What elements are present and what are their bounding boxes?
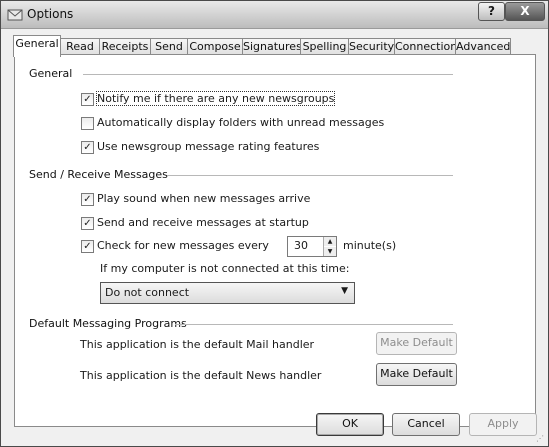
group-divider	[83, 74, 453, 75]
envelope-icon	[7, 9, 23, 21]
general-tab-panel: General ✓ Notify me if there are any new…	[14, 54, 536, 427]
tab-general[interactable]: General	[13, 35, 61, 57]
group-divider	[175, 324, 453, 325]
spin-buttons[interactable]: ▲ ▼	[323, 237, 336, 256]
dropdown-arrow-icon[interactable]: ▼	[341, 286, 348, 296]
spin-up-icon[interactable]: ▲	[324, 237, 336, 246]
help-button[interactable]: ?	[478, 2, 505, 21]
checkmark-icon[interactable]: ✓	[81, 193, 94, 206]
dialog-client: General Read Receipts Send Compose Signa…	[1, 29, 548, 446]
not-connected-select[interactable]: Do not connect ▼	[100, 282, 355, 304]
make-default-mail-button[interactable]: Make Default	[376, 332, 457, 355]
title-bar[interactable]: Options ? X	[1, 1, 548, 29]
not-connected-value[interactable]: Do not connect	[105, 286, 189, 299]
group-divider	[167, 175, 453, 176]
checkmark-icon[interactable]: ✓	[81, 217, 94, 230]
close-button[interactable]: X	[505, 2, 545, 21]
minutes-unit-label: minute(s)	[343, 239, 397, 252]
resize-grip-icon[interactable]: ⋰	[536, 434, 546, 444]
checkmark-icon[interactable]: ✓	[81, 240, 94, 253]
minutes-value[interactable]: 30	[294, 239, 308, 252]
window-title: Options	[27, 7, 74, 21]
cancel-button[interactable]: Cancel	[392, 413, 460, 436]
minutes-stepper[interactable]: 30 ▲ ▼	[287, 236, 337, 257]
apply-button[interactable]: Apply	[469, 413, 537, 436]
default-news-text: This application is the default News han…	[80, 369, 322, 382]
group-default-programs-heading: Default Messaging Programs	[29, 317, 187, 330]
not-connected-label: If my computer is not connected at this …	[100, 262, 350, 275]
checkmark-icon[interactable]: ✓	[81, 93, 94, 106]
group-send-receive-heading: Send / Receive Messages	[29, 168, 168, 181]
group-general-heading: General	[29, 67, 73, 80]
ok-button[interactable]: OK	[316, 413, 384, 436]
default-mail-text: This application is the default Mail han…	[80, 338, 315, 351]
spin-down-icon[interactable]: ▼	[324, 247, 336, 256]
checkmark-icon[interactable]: ✓	[81, 141, 94, 154]
options-dialog: Options ? X General Read Receipts Send C…	[0, 0, 549, 447]
make-default-news-button[interactable]: Make Default	[376, 363, 457, 386]
